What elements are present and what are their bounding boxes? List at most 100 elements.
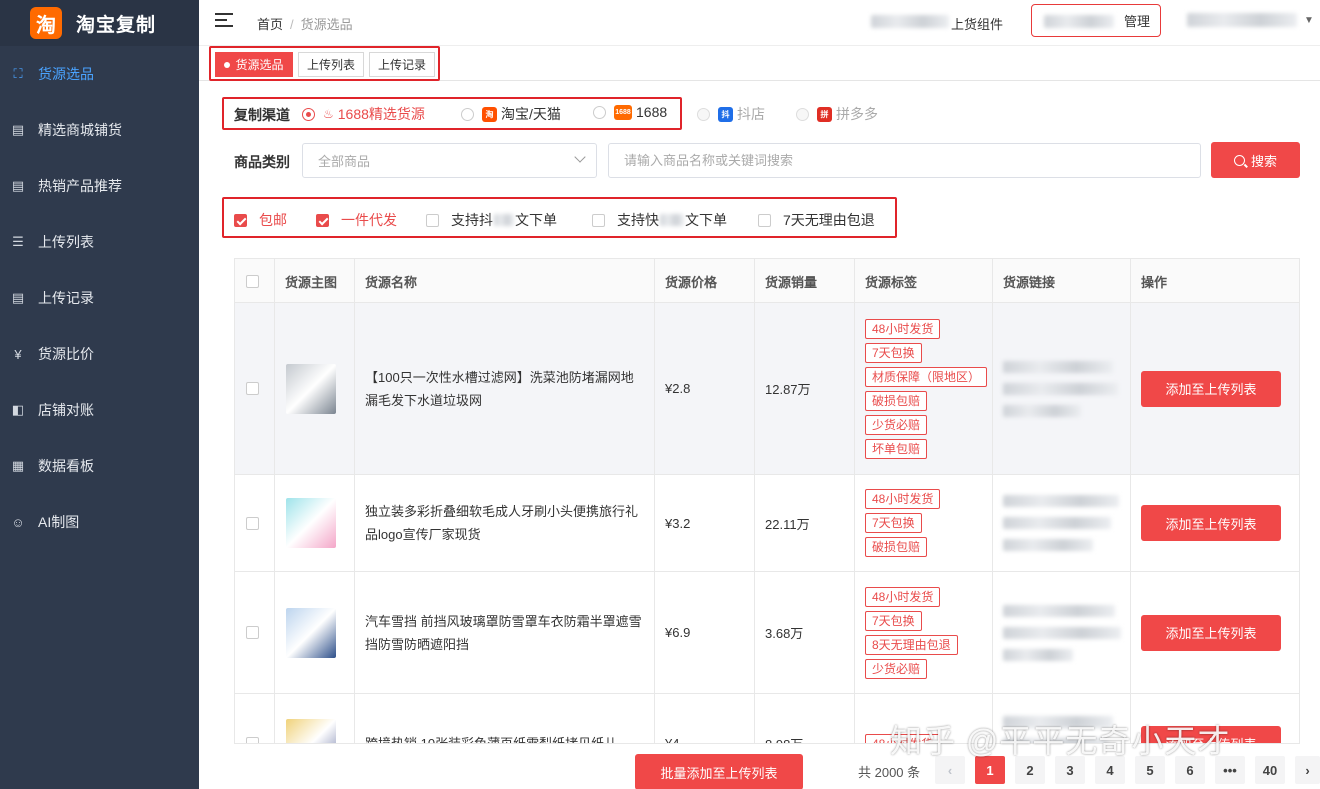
- menu-toggle-icon[interactable]: [215, 13, 233, 31]
- pinduoduo-icon: 拼: [817, 106, 832, 122]
- page-button[interactable]: 4: [1095, 756, 1125, 784]
- sidebar: 淘 淘宝复制 ⛶ 货源选品 ▤ 精选商城铺货 ▤ 热销产品推荐 ☰ 上传列表 ▤ 上传记录 ¥ 货源比…: [0, 0, 199, 789]
- channel-pinduoduo[interactable]: 拼拼多多: [796, 104, 878, 124]
- clipboard-icon: ▤: [11, 122, 25, 137]
- manage-button[interactable]: 管理: [1031, 4, 1161, 37]
- column-header: 货源名称: [355, 259, 655, 303]
- source-tag: 48小时发货: [865, 733, 941, 743]
- add-to-upload-button[interactable]: 添加至上传列表: [1141, 614, 1281, 651]
- search-icon: [1233, 154, 1245, 166]
- sidebar-item[interactable]: ☺ AI制图: [0, 494, 199, 550]
- add-to-upload-button[interactable]: 添加至上传列表: [1141, 725, 1281, 743]
- row-checkbox[interactable]: [246, 626, 259, 639]
- sidebar-item[interactable]: ▤ 精选商城铺货: [0, 102, 199, 158]
- channel-1688[interactable]: 1688 1688: [593, 104, 667, 120]
- breadcrumb-current: 货源选品: [300, 17, 353, 32]
- select-all-checkbox[interactable]: [246, 274, 259, 288]
- product-sales: 22.11万: [765, 516, 810, 532]
- app-name: 淘宝复制: [76, 14, 157, 36]
- source-tag: 少货必赔: [865, 414, 928, 435]
- page-button[interactable]: 5: [1135, 756, 1165, 784]
- tab-bar: 货源选品 上传列表 上传记录: [199, 46, 1320, 81]
- product-table: 货源主图 货源名称 货源价格 货源销量 货源标签 货源链接 操作 【100只一次…: [234, 258, 1300, 744]
- page-button[interactable]: 3: [1055, 756, 1085, 784]
- table-row: 【100只一次性水槽过滤网】洗菜池防堵漏网地漏毛发下水道垃圾网 ¥2.8 12.…: [235, 303, 1299, 475]
- table-row: 汽车雪挡 前挡风玻璃罩防雪罩车衣防霜半罩遮雪挡防雪防晒遮阳挡 ¥6.9 3.68…: [235, 572, 1299, 694]
- tmall-icon: 淘: [482, 106, 497, 122]
- row-checkbox[interactable]: [246, 737, 259, 743]
- product-image[interactable]: [286, 363, 336, 414]
- breadcrumb-home[interactable]: 首页: [257, 17, 283, 32]
- grid-icon: ▦: [11, 458, 25, 473]
- source-link[interactable]: [993, 475, 1131, 571]
- header-link[interactable]: 上货组件: [951, 14, 1003, 33]
- next-page-icon[interactable]: ›: [1295, 756, 1320, 784]
- product-name: 【100只一次性水槽过滤网】洗菜池防堵漏网地漏毛发下水道垃圾网: [365, 369, 634, 408]
- sidebar-item-label: 精选商城铺货: [38, 122, 122, 138]
- channel-taobao[interactable]: 淘淘宝/天猫: [461, 104, 561, 124]
- category-select[interactable]: 全部商品: [302, 143, 597, 178]
- 7day-return-checkbox[interactable]: 7天无理由包退: [758, 210, 875, 230]
- batch-add-button[interactable]: 批量添加至上传列表: [635, 754, 803, 789]
- column-header: 货源标签: [855, 259, 993, 303]
- source-link[interactable]: [993, 303, 1131, 474]
- top-header: 首页 / 货源选品 上货组件 管理 ▼: [199, 0, 1320, 46]
- source-tag: 7天包换: [865, 610, 922, 631]
- sidebar-item[interactable]: ◧ 店铺对账: [0, 382, 199, 438]
- column-header: 货源价格: [655, 259, 755, 303]
- tag-list: 48小时发货: [855, 694, 993, 743]
- kuaishou-order-checkbox[interactable]: 支持快 文下单: [592, 210, 727, 230]
- product-image[interactable]: [286, 718, 336, 743]
- total-count: 共 2000 条: [858, 765, 921, 780]
- page-button[interactable]: 1: [975, 756, 1005, 784]
- free-shipping-checkbox[interactable]: 包邮: [234, 210, 287, 230]
- tab-source-select[interactable]: 货源选品: [215, 52, 293, 77]
- sidebar-item-label: 热销产品推荐: [38, 178, 122, 194]
- product-image[interactable]: [286, 498, 336, 548]
- row-checkbox[interactable]: [246, 382, 259, 395]
- dropship-checkbox[interactable]: 一件代发: [316, 210, 397, 230]
- source-tag: 7天包换: [865, 342, 922, 363]
- brand[interactable]: 淘 淘宝复制: [0, 0, 199, 46]
- table-row: 独立装多彩折叠细软毛成人牙刷小头便携旅行礼品logo宣传厂家现货 ¥3.2 22…: [235, 475, 1299, 572]
- row-checkbox[interactable]: [246, 516, 259, 530]
- list-icon: ☰: [12, 234, 24, 249]
- source-tag: 材质保障（限地区）: [865, 366, 988, 387]
- sidebar-item[interactable]: ¥ 货源比价: [0, 326, 199, 382]
- sidebar-item[interactable]: ☰ 上传列表: [0, 214, 199, 270]
- tab-upload-record[interactable]: 上传记录: [369, 52, 435, 77]
- page-ellipsis[interactable]: •••: [1215, 756, 1245, 784]
- channel-1688-select[interactable]: ♨ 1688精选货源: [302, 104, 425, 124]
- add-to-upload-button[interactable]: 添加至上传列表: [1141, 505, 1281, 541]
- channel-douyin[interactable]: 抖抖店: [697, 104, 765, 124]
- source-tag: 破损包赔: [865, 390, 928, 411]
- page-button[interactable]: 40: [1255, 756, 1285, 784]
- page-button[interactable]: 6: [1175, 756, 1205, 784]
- category-label: 商品类别: [234, 154, 290, 170]
- user-menu[interactable]: [1187, 13, 1297, 30]
- prev-page-icon[interactable]: ‹: [935, 756, 965, 784]
- sidebar-item[interactable]: ▦ 数据看板: [0, 438, 199, 494]
- search-button[interactable]: 搜索: [1211, 142, 1300, 178]
- fire-icon: ♨: [323, 107, 334, 121]
- product-sales: 3.68万: [765, 626, 804, 641]
- doudian-icon: 抖: [718, 106, 733, 122]
- search-input[interactable]: [608, 143, 1201, 178]
- product-image[interactable]: [286, 607, 336, 658]
- product-price: ¥2.8: [665, 381, 691, 396]
- source-link[interactable]: [993, 572, 1131, 693]
- sidebar-item[interactable]: ⛶ 货源选品: [0, 46, 199, 102]
- page-button[interactable]: 2: [1015, 756, 1045, 784]
- douyin-order-checkbox[interactable]: 支持抖 文下单: [426, 210, 557, 230]
- sidebar-item[interactable]: ▤ 热销产品推荐: [0, 158, 199, 214]
- column-header: 货源销量: [755, 259, 855, 303]
- product-sales: 12.87万: [765, 382, 811, 397]
- tab-upload-list[interactable]: 上传列表: [298, 52, 364, 77]
- caret-down-icon[interactable]: ▼: [1304, 15, 1314, 26]
- robot-icon: ☺: [11, 514, 25, 530]
- sidebar-item[interactable]: ▤ 上传记录: [0, 270, 199, 326]
- add-to-upload-button[interactable]: 添加至上传列表: [1141, 370, 1281, 407]
- 1688-icon: 1688: [614, 104, 632, 120]
- source-tag: 48小时发货: [865, 489, 941, 509]
- source-link[interactable]: [993, 694, 1131, 743]
